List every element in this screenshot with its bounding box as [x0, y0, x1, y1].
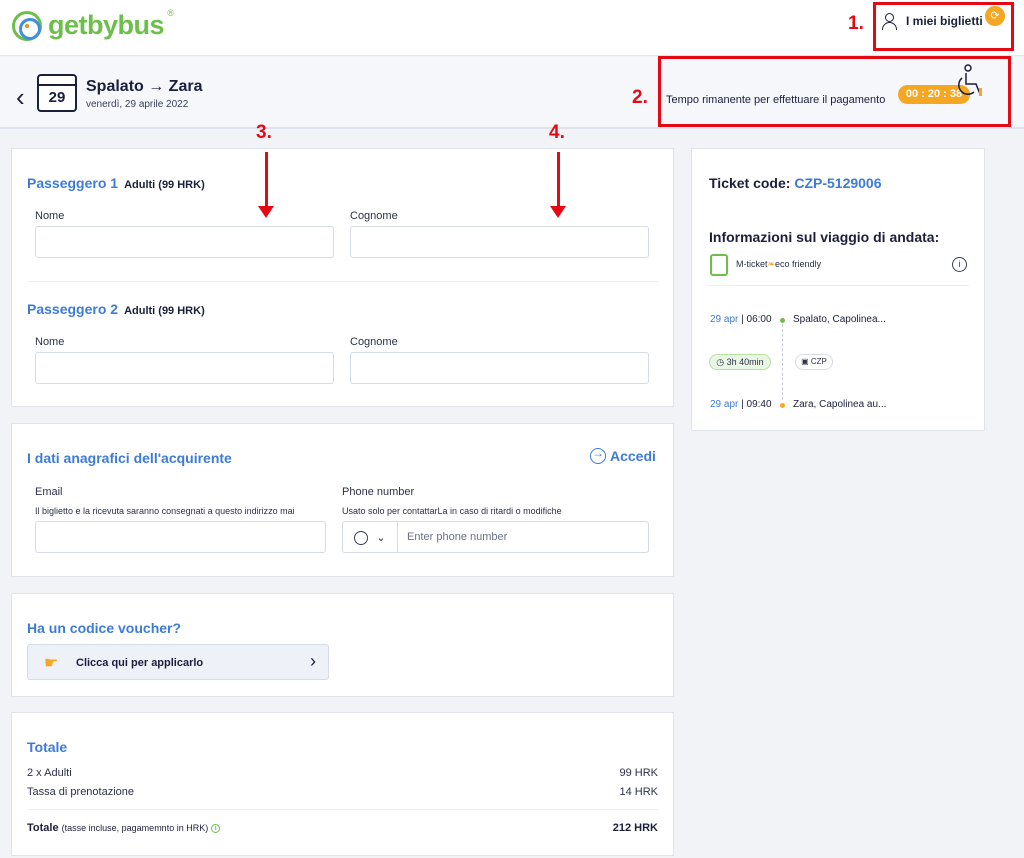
voucher-title: Ha un codice voucher? [27, 620, 182, 636]
buyer-panel [11, 423, 674, 577]
duration-pill: ◷ 3h 40min [709, 354, 771, 370]
remaining-time-label: Tempo rimanente per effettuare il pagame… [666, 94, 886, 106]
total-row-fee-label: Tassa di prenotazione [27, 786, 135, 798]
totals-panel [11, 712, 674, 856]
buyer-title: I dati anagrafici dell'acquirente [27, 450, 232, 466]
passenger-2-last-name-input[interactable] [350, 352, 649, 384]
departure-stop: Spalato, Capolinea... [793, 314, 886, 325]
total-row-adults-label: 2 x Adulti [27, 767, 72, 779]
getbybus-logo[interactable]: getbybus ® [12, 8, 174, 41]
user-icon [880, 12, 898, 30]
info-icon[interactable]: i [211, 823, 221, 833]
grand-total-amount: 212 HRK [612, 822, 658, 834]
trip-info-divider [707, 285, 969, 286]
passenger-2-last-name-label: Cognome [350, 336, 398, 348]
login-link[interactable]: Accedi [590, 446, 656, 464]
registered-mark-icon: ® [167, 8, 175, 18]
route-title: Spalato → Zara [86, 78, 203, 95]
passenger-divider [27, 281, 658, 282]
mticket-icon [710, 254, 728, 276]
arrival-time: 29 apr | 09:40 [710, 399, 772, 410]
total-row-fee-amount: 14 HRK [619, 786, 658, 798]
email-label: Email [35, 486, 63, 498]
departure-dot [780, 318, 785, 323]
annotation-number-4: 4. [549, 122, 565, 143]
departure-time: 29 apr | 06:00 [710, 314, 772, 325]
email-help: Il biglietto e la ricevuta saranno conse… [35, 506, 295, 516]
ticket-code-label: Ticket code: [709, 175, 791, 191]
trip-info-title: Informazioni sul viaggio di andata: [709, 229, 940, 245]
passenger-1-first-name-input[interactable] [35, 226, 334, 258]
passenger-2-type: Adulti (99 HRK) [124, 305, 205, 317]
route-line [782, 324, 783, 400]
calendar-day: 29 [48, 89, 66, 106]
login-label: Accedi [610, 448, 656, 464]
login-icon [590, 446, 606, 464]
mticket-eco-label: M-ticket❧eco friendly [736, 259, 822, 269]
passenger-1-type: Adulti (99 HRK) [124, 179, 205, 191]
leaf-icon: ❧ [767, 259, 776, 269]
total-row-adults-amount: 99 HRK [619, 767, 658, 779]
my-tickets-button[interactable]: I miei biglietti [880, 12, 983, 30]
logo-icon [12, 10, 42, 41]
grand-total-label: Totale (tasse incluse, pagamemnto in HRK… [27, 822, 221, 834]
totals-title: Totale [27, 739, 68, 755]
passenger-1-last-name-label: Cognome [350, 210, 398, 222]
chevron-down-icon: ⌄ [376, 532, 386, 544]
grand-total-note: (tasse incluse, pagamemnto in HRK) [61, 823, 209, 833]
chevron-right-icon: › [310, 651, 316, 671]
phone-placeholder: Enter phone number [407, 531, 508, 543]
arrival-stop: Zara, Capolinea au... [793, 399, 887, 410]
back-chevron-icon[interactable]: ‹ [16, 84, 25, 110]
passenger-1-last-name-input[interactable] [350, 226, 649, 258]
arrival-dot [780, 403, 785, 408]
annotation-number-2: 2. [632, 87, 648, 108]
ticket-code: Ticket code: CZP-5129006 [709, 175, 882, 191]
passenger-2-first-name-label: Nome [35, 336, 65, 348]
annotation-arrow-4 [550, 152, 566, 218]
passenger-2-first-name-input[interactable] [35, 352, 334, 384]
phone-help: Usato solo per contattarLa in caso di ri… [342, 506, 562, 516]
passenger-1-title: Passeggero 1 Adulti (99 HRK) [27, 175, 205, 191]
calendar-icon: 29 [37, 74, 77, 112]
ticket-code-value: CZP-5129006 [794, 175, 882, 191]
logo-text: getbybus [48, 10, 165, 40]
annotation-number-1: 1. [848, 13, 864, 34]
route-date: venerdì, 29 aprile 2022 [86, 99, 189, 110]
info-circle-icon[interactable]: i [952, 257, 967, 272]
globe-icon [354, 530, 369, 545]
wheelchair-icon [958, 64, 982, 96]
pointing-hand-icon: ☛ [44, 655, 59, 672]
phone-label: Phone number [342, 486, 415, 498]
annotation-number-3: 3. [256, 122, 272, 143]
apply-voucher-button[interactable]: ☛ Clicca qui per applicarlo › [27, 644, 329, 680]
passenger-2-title: Passeggero 2 Adulti (99 HRK) [27, 301, 205, 317]
ticket-badge-icon: ⟳ [985, 6, 1005, 26]
country-code-select[interactable]: ⌄ [343, 522, 398, 553]
annotation-arrow-3 [258, 152, 274, 218]
carrier-pill: ▣ CZP [795, 354, 833, 370]
apply-voucher-label: Clicca qui per applicarlo [76, 657, 204, 669]
passenger-1-first-name-label: Nome [35, 210, 65, 222]
email-input[interactable] [35, 521, 326, 553]
my-tickets-label: I miei biglietti [906, 14, 983, 28]
totals-divider [27, 809, 658, 810]
